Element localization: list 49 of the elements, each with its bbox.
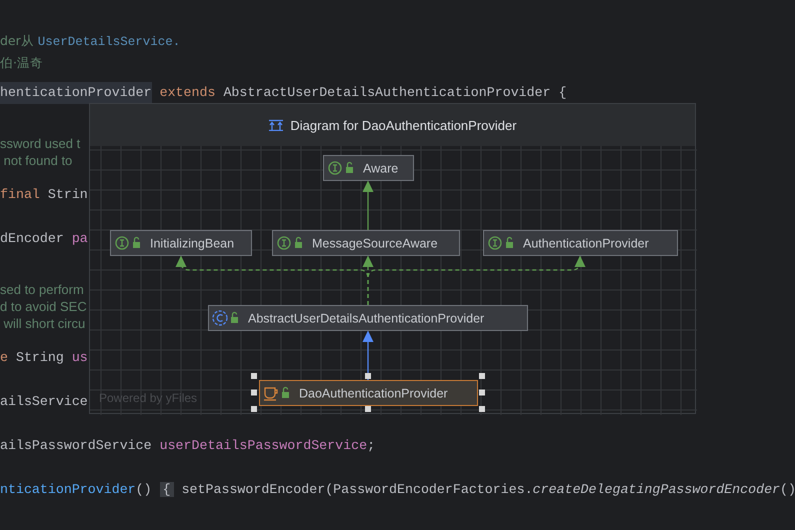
node-label: AbstractUserDetailsAuthenticationProvider	[248, 312, 484, 326]
lock-icon	[282, 386, 289, 398]
code-line: d to avoid SEC	[0, 298, 87, 315]
code-line: ailsPasswordService userDetailsPasswordService;	[0, 437, 376, 455]
code-line: sed to perform	[0, 281, 84, 298]
code-line: 伯·温奇	[0, 54, 43, 72]
lock-icon	[231, 312, 238, 323]
node-label: MessageSourceAware	[312, 236, 438, 250]
code-line: e String us	[0, 349, 88, 367]
node-label: Aware	[363, 162, 398, 176]
node-label: DaoAuthenticationProvider	[299, 386, 448, 400]
lock-icon	[506, 236, 513, 248]
code-line: final Strin	[0, 186, 88, 204]
selection-handle[interactable]	[251, 390, 257, 396]
class-node[interactable]: Aware	[323, 155, 414, 181]
code-line: der从 UserDetailsService.	[0, 32, 180, 51]
selection-handle[interactable]	[251, 406, 257, 412]
hierarchy-icon	[268, 119, 284, 131]
selection-handle[interactable]	[479, 373, 485, 379]
code-line: will short circu	[2, 315, 86, 332]
code-line: ssword used t	[0, 135, 80, 152]
class-node[interactable]: AbstractUserDetailsAuthenticationProvider	[208, 305, 528, 331]
lock-icon	[295, 236, 302, 248]
lock-icon	[346, 162, 353, 173]
code-line: not found to	[2, 152, 72, 169]
class-node[interactable]: AuthenticationProvider	[483, 230, 678, 256]
diagram-title: Diagram for DaoAuthenticationProvider	[90, 104, 695, 146]
class-node[interactable]: MessageSourceAware	[272, 230, 460, 256]
interface-icon	[115, 236, 129, 250]
class-node[interactable]: DaoAuthenticationProvider	[259, 380, 478, 406]
class-node[interactable]: InitializingBean	[110, 230, 252, 256]
selection-handle[interactable]	[479, 406, 485, 412]
code-line: ailsService	[0, 393, 88, 411]
interface-icon	[328, 161, 342, 175]
selection-handle[interactable]	[365, 373, 371, 379]
selection-handle[interactable]	[479, 390, 485, 396]
interface-icon	[488, 236, 502, 250]
lock-icon	[133, 236, 140, 248]
cup-icon	[263, 387, 278, 401]
code-line: nticationProvider() { setPasswordEncoder(PasswordEncoderFactories.createDelegatingPasswordEncoder()	[0, 481, 795, 499]
node-label: AuthenticationProvider	[523, 236, 649, 250]
code-line: dEncoder pa	[0, 230, 88, 248]
inheritance-arrow	[362, 330, 374, 380]
node-label: InitializingBean	[150, 236, 234, 250]
abstract-class-icon	[212, 310, 228, 326]
selection-handle[interactable]	[251, 373, 257, 379]
interface-icon	[277, 236, 291, 250]
inheritance-arrow	[362, 180, 374, 230]
selection-handle[interactable]	[365, 406, 371, 412]
